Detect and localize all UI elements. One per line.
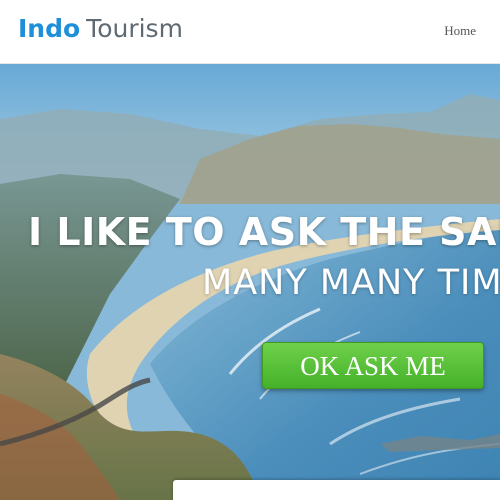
brand-accent-text: Indo [18, 14, 81, 43]
brand-rest-text: Tourism [86, 14, 183, 43]
hero-headline: I LIKE TO ASK THE SAME [28, 210, 500, 254]
content-panel-edge [173, 480, 500, 500]
nav-home-link[interactable]: Home [444, 23, 476, 39]
hero-section: I LIKE TO ASK THE SAME MANY MANY TIM OK … [0, 64, 500, 500]
site-header: Indo Tourism Home [0, 0, 500, 64]
ok-ask-me-button[interactable]: OK ASK ME [262, 342, 484, 389]
hero-subline: MANY MANY TIM [202, 263, 500, 303]
site-logo[interactable]: Indo Tourism [18, 14, 183, 44]
